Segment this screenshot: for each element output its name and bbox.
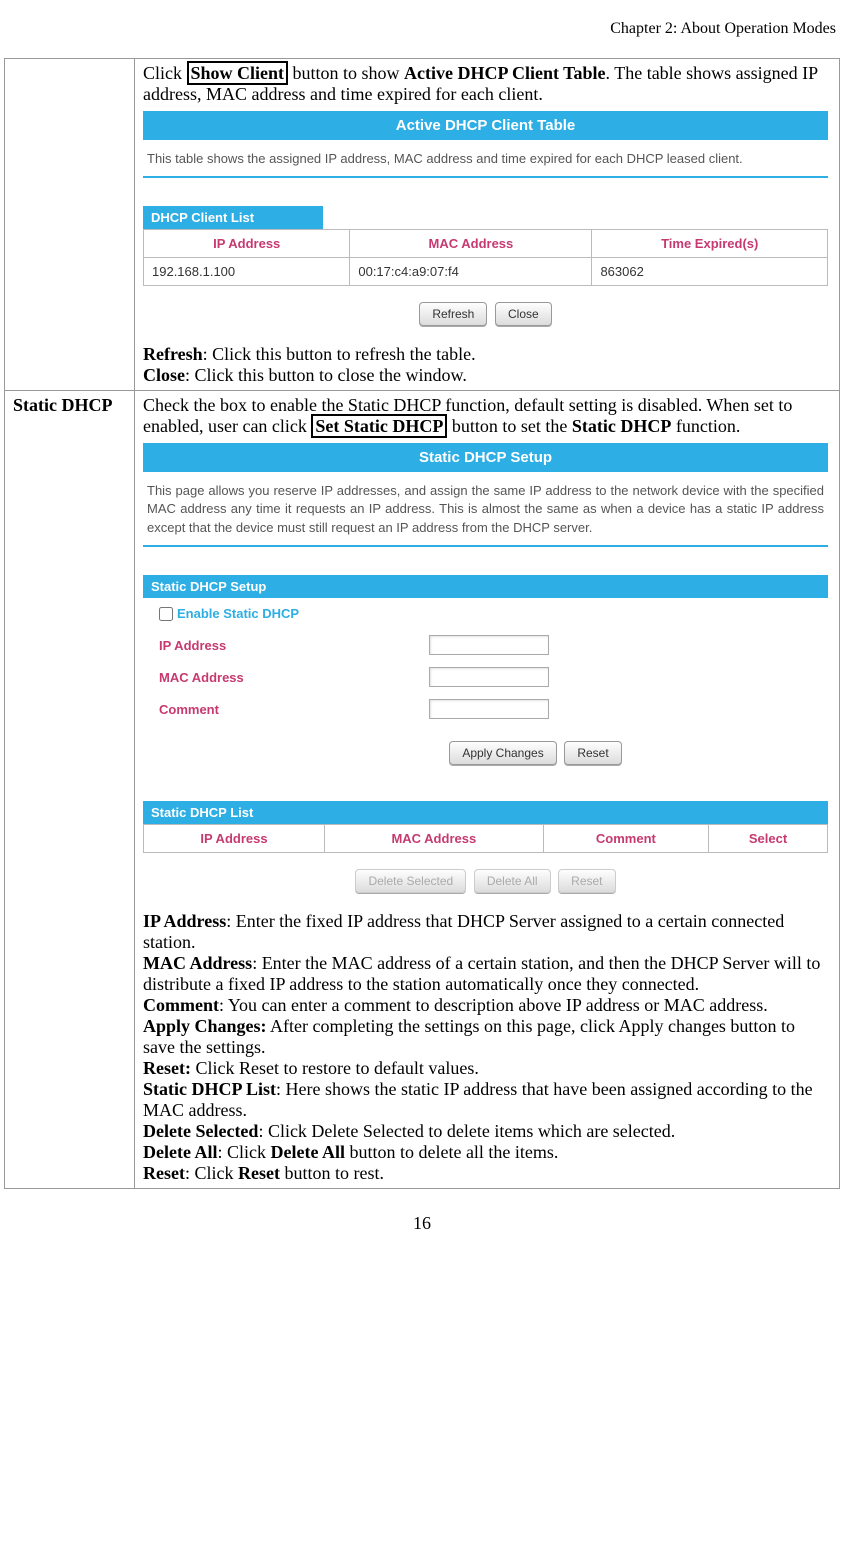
mac-address-input[interactable] xyxy=(429,667,549,687)
show-client-label: Show Client xyxy=(187,61,289,85)
dhcp-client-table: IP Address MAC Address Time Expired(s) 1… xyxy=(143,229,828,286)
def-reset-2: Reset: Click Reset button to rest. xyxy=(143,1163,831,1184)
row1-intro: Click Show Client button to show Active … xyxy=(143,63,831,105)
def-mac-address: MAC Address: Enter the MAC address of a … xyxy=(143,953,831,995)
def-delete-selected: Delete Selected: Click Delete Selected t… xyxy=(143,1121,831,1142)
reset-button[interactable]: Reset xyxy=(564,741,621,765)
ip-address-input[interactable] xyxy=(429,635,549,655)
col2-mac-address: MAC Address xyxy=(324,825,543,853)
reset-list-button[interactable]: Reset xyxy=(558,869,615,893)
set-static-dhcp-label: Set Static DHCP xyxy=(311,414,447,438)
panel1-button-row: Refresh Close xyxy=(143,286,828,334)
def-reset-1: Reset: Click Reset to restore to default… xyxy=(143,1058,831,1079)
close-definition: Close: Click this button to close the wi… xyxy=(143,365,831,386)
table-row: 192.168.1.100 00:17:c4:a9:07:f4 863062 xyxy=(144,258,828,286)
delete-selected-button[interactable]: Delete Selected xyxy=(355,869,466,893)
comment-row: Comment xyxy=(143,693,828,725)
panel2-button-row-1: Apply Changes Reset xyxy=(143,725,828,773)
dhcp-client-list-section: DHCP Client List xyxy=(143,206,323,229)
panel1-title: Active DHCP Client Table xyxy=(143,111,828,140)
row2-label-cell: Static DHCP xyxy=(5,391,135,1189)
static-dhcp-setup-panel: Static DHCP Setup This page allows you r… xyxy=(143,443,828,901)
def-comment: Comment: You can enter a comment to desc… xyxy=(143,995,831,1016)
refresh-definition: Refresh: Click this button to refresh th… xyxy=(143,344,831,365)
col2-comment: Comment xyxy=(543,825,708,853)
col-time-expired: Time Expired(s) xyxy=(592,230,828,258)
parameter-table: Click Show Client button to show Active … xyxy=(4,58,840,1189)
def-static-dhcp-list: Static DHCP List: Here shows the static … xyxy=(143,1079,831,1121)
def-ip-address: IP Address: Enter the fixed IP address t… xyxy=(143,911,831,953)
panel2-button-row-2: Delete Selected Delete All Reset xyxy=(143,853,828,901)
row2-content-cell: Check the box to enable the Static DHCP … xyxy=(135,391,840,1189)
row1-content-cell: Click Show Client button to show Active … xyxy=(135,59,840,391)
refresh-button[interactable]: Refresh xyxy=(419,302,487,326)
mac-address-row: MAC Address xyxy=(143,661,828,693)
panel2-desc: This page allows you reserve IP addresse… xyxy=(143,472,828,547)
active-dhcp-client-panel: Active DHCP Client Table This table show… xyxy=(143,111,828,334)
col-mac-address: MAC Address xyxy=(350,230,592,258)
col2-select: Select xyxy=(709,825,828,853)
comment-input[interactable] xyxy=(429,699,549,719)
static-dhcp-list-table: IP Address MAC Address Comment Select xyxy=(143,824,828,853)
static-dhcp-setup-section: Static DHCP Setup xyxy=(143,575,828,598)
col2-ip-address: IP Address xyxy=(144,825,325,853)
page-number: 16 xyxy=(4,1213,840,1234)
delete-all-button[interactable]: Delete All xyxy=(474,869,551,893)
close-button[interactable]: Close xyxy=(495,302,552,326)
enable-static-dhcp-row: Enable Static DHCP xyxy=(143,598,828,630)
apply-changes-button[interactable]: Apply Changes xyxy=(449,741,556,765)
ip-address-row: IP Address xyxy=(143,629,828,661)
panel1-desc: This table shows the assigned IP address… xyxy=(143,140,828,178)
row1-label-cell xyxy=(5,59,135,391)
panel2-title: Static DHCP Setup xyxy=(143,443,828,472)
chapter-header: Chapter 2: About Operation Modes xyxy=(4,20,840,38)
def-apply-changes: Apply Changes: After completing the sett… xyxy=(143,1016,831,1058)
active-dhcp-table-label: Active DHCP Client Table xyxy=(404,63,606,83)
def-delete-all: Delete All: Click Delete All button to d… xyxy=(143,1142,831,1163)
static-dhcp-list-section: Static DHCP List xyxy=(143,801,828,824)
row2-intro: Check the box to enable the Static DHCP … xyxy=(143,395,831,437)
col-ip-address: IP Address xyxy=(144,230,350,258)
enable-static-dhcp-checkbox[interactable] xyxy=(159,607,173,621)
